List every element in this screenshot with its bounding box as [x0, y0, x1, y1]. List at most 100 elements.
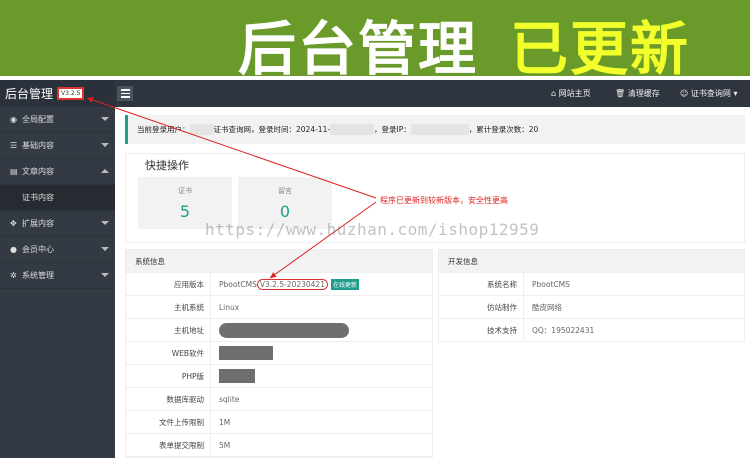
- clear-cache-label: 清理缓存: [627, 89, 660, 98]
- login-user-prefix: 当前登录用户：: [137, 125, 190, 134]
- chevron-down-icon: [101, 247, 109, 251]
- row-key: 系统名称: [439, 273, 524, 295]
- sidebar: 后台管理 V3.2.5 ◉ 全局配置 ☰ 基础内容 ▤ 文章内容 证书内容 ✥ …: [0, 80, 115, 458]
- app-version: V3.2.5-20230421: [256, 278, 328, 290]
- sidebar-item-extensions[interactable]: ✥ 扩展内容: [0, 211, 115, 237]
- redacted-php-version: [219, 369, 255, 383]
- chevron-down-icon: [101, 143, 109, 147]
- app-title: 后台管理: [5, 87, 54, 101]
- online-update-button[interactable]: 在线更新: [330, 278, 359, 290]
- table-row: 表单提交限制 5M: [126, 434, 432, 457]
- table-row: 主机系统 Linux: [126, 296, 432, 319]
- sidebar-item-basic-content[interactable]: ☰ 基础内容: [0, 133, 115, 159]
- sidebar-item-label: 全局配置: [22, 115, 54, 124]
- row-value: Linux: [219, 302, 240, 312]
- chevron-up-icon: [101, 169, 109, 173]
- row-value: 酷皮网络: [532, 302, 562, 312]
- redacted-host: [219, 322, 349, 338]
- redacted-ip: [410, 124, 469, 135]
- table-row: 主机地址: [126, 319, 432, 342]
- sidebar-item-label: 会员中心: [22, 245, 54, 254]
- sidebar-item-members[interactable]: ● 会员中心: [0, 237, 115, 263]
- row-key: WEB软件: [126, 342, 211, 364]
- sidebar-subitem-certificates[interactable]: 证书内容: [0, 185, 115, 211]
- sidebar-item-global-config[interactable]: ◉ 全局配置: [0, 107, 115, 133]
- sidebar-item-article-content[interactable]: ▤ 文章内容: [0, 159, 115, 185]
- promo-banner: 后台管理 已更新: [0, 0, 750, 83]
- gear-icon: ✲: [10, 271, 17, 280]
- login-time: 2024-11-: [296, 125, 331, 134]
- hamburger-line: [120, 89, 130, 91]
- table-row: 数据库驱动 sqlite: [126, 388, 432, 411]
- row-value: [211, 369, 255, 383]
- menu-toggle-button[interactable]: [117, 86, 133, 101]
- row-value: [211, 322, 349, 338]
- sidebar-item-label: 基础内容: [22, 141, 54, 150]
- app-name: PbootCMS: [219, 279, 257, 289]
- table-row: WEB软件: [126, 342, 432, 365]
- row-value: PbootCMS: [532, 279, 570, 289]
- redacted-web-software: [219, 346, 273, 360]
- quick-card-label: 证书: [178, 187, 192, 195]
- sidebar-item-label: 系统管理: [22, 271, 54, 280]
- row-value: PbootCMS V3.2.5-20230421 在线更新: [211, 278, 359, 290]
- sidebar-brand[interactable]: 后台管理 V3.2.5: [0, 80, 115, 107]
- system-info-title: 系统信息: [126, 250, 432, 273]
- chevron-down-icon: ▾: [733, 89, 738, 98]
- annotation-text: 程序已更新到较新版本，安全性更高: [380, 196, 508, 205]
- login-info-bar: 当前登录用户： 证书查询网，登录时间： 2024-11- ，登录IP： ，累计登…: [125, 115, 745, 144]
- site-home-link[interactable]: ⌂ 网站主页: [551, 88, 591, 99]
- account-menu[interactable]: ☺ 证书查询网 ▾: [680, 88, 737, 99]
- file-icon: ▤: [10, 167, 18, 176]
- login-count-value: 20: [528, 125, 539, 134]
- row-key: 技术支持: [439, 319, 524, 341]
- hamburger-line: [120, 96, 130, 98]
- system-info-panel: 系统信息 应用版本 PbootCMS V3.2.5-20230421 在线更新 …: [125, 249, 433, 458]
- main-content: 当前登录用户： 证书查询网，登录时间： 2024-11- ，登录IP： ，累计登…: [115, 107, 750, 458]
- login-count-label: ，累计登录次数：: [468, 125, 529, 134]
- redacted-username: [189, 124, 214, 135]
- sidebar-item-label: 文章内容: [22, 167, 54, 176]
- watermark: https://www.huzhan.com/ishop12959: [205, 220, 540, 239]
- developer-info-title: 开发信息: [439, 250, 744, 273]
- sidebar-item-label: 证书内容: [22, 193, 54, 202]
- expand-icon: ✥: [10, 219, 17, 228]
- table-row: 应用版本 PbootCMS V3.2.5-20230421 在线更新: [126, 273, 432, 296]
- redacted-time: [330, 124, 375, 135]
- sidebar-item-label: 扩展内容: [22, 219, 54, 228]
- chevron-down-icon: [101, 273, 109, 277]
- row-key: 数据库驱动: [126, 388, 211, 410]
- user-icon: ●: [10, 245, 17, 254]
- sidebar-item-system[interactable]: ✲ 系统管理: [0, 263, 115, 289]
- globe-icon: ◉: [10, 115, 17, 124]
- row-key: 文件上传限制: [126, 411, 211, 433]
- login-site: 证书查询网，登录时间：: [213, 125, 297, 134]
- quick-card-count: 0: [279, 202, 291, 221]
- chevron-down-icon: [101, 221, 109, 225]
- row-key: 仿站制作: [439, 296, 524, 318]
- row-value: sqlite: [219, 394, 240, 404]
- row-key: PHP版: [126, 365, 211, 387]
- row-value: [211, 346, 273, 360]
- developer-info-panel: 开发信息 系统名称 PbootCMS 仿站制作 酷皮网络 技术支持 QQ：195…: [438, 249, 745, 342]
- chevron-down-icon: [101, 117, 109, 121]
- version-badge: V3.2.5: [57, 87, 85, 100]
- clear-cache-link[interactable]: 🗑 清理缓存: [615, 88, 660, 99]
- table-row: PHP版: [126, 365, 432, 388]
- login-ip-label: ，登录IP：: [374, 125, 411, 134]
- top-bar: ⌂ 网站主页 🗑 清理缓存 ☺ 证书查询网 ▾: [115, 80, 750, 107]
- home-icon: ⌂: [551, 89, 557, 98]
- account-label: 证书查询网: [690, 89, 731, 98]
- sliders-icon: ☰: [10, 141, 18, 150]
- table-row: 系统名称 PbootCMS: [439, 273, 744, 296]
- banner-title: 后台管理: [238, 15, 479, 83]
- row-key: 应用版本: [126, 273, 211, 295]
- table-row: 仿站制作 酷皮网络: [439, 296, 744, 319]
- site-home-label: 网站主页: [558, 89, 591, 98]
- row-value: QQ：195022431: [532, 325, 595, 335]
- row-key: 表单提交限制: [126, 434, 211, 456]
- table-row: 技术支持 QQ：195022431: [439, 319, 744, 342]
- trash-icon: 🗑: [615, 89, 626, 98]
- hamburger-line: [120, 92, 130, 95]
- quick-actions-title: 快捷操作: [143, 157, 191, 173]
